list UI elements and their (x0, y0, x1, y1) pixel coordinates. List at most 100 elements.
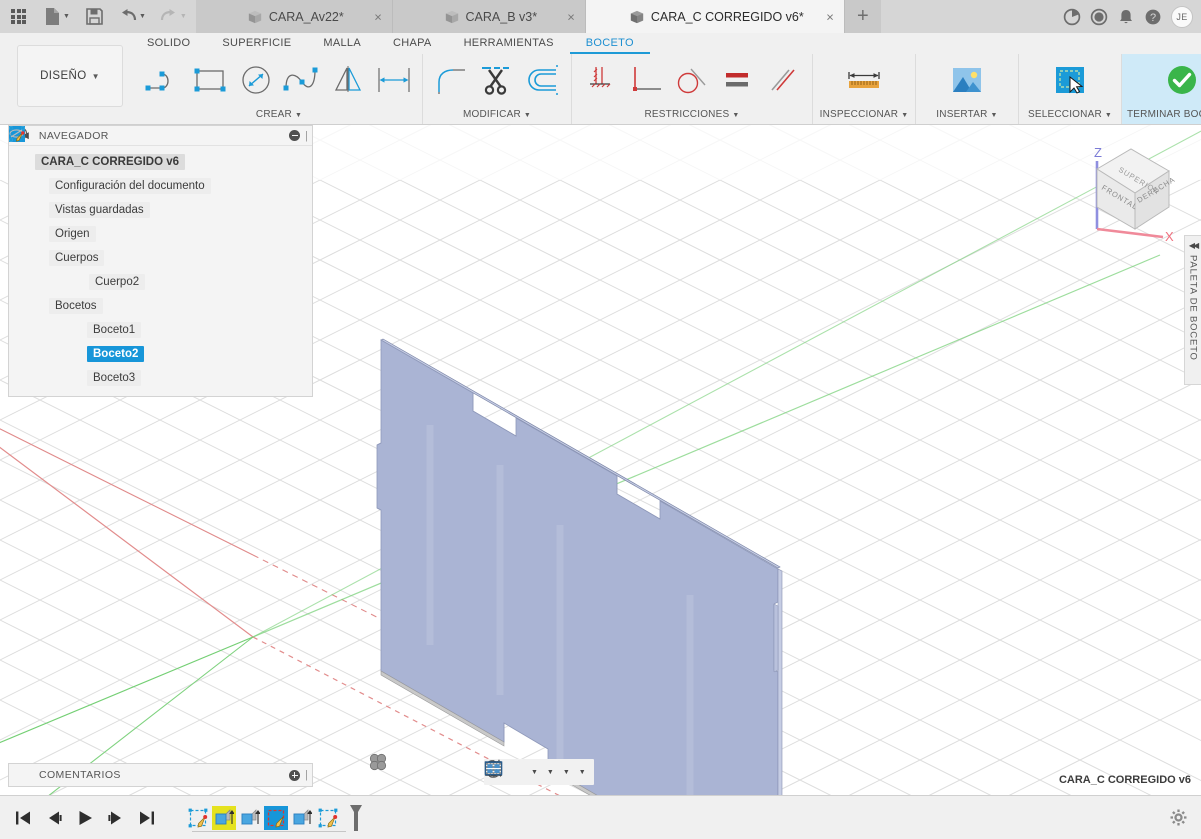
ribbon-tab-chapa[interactable]: CHAPA (377, 33, 448, 54)
skip-end-icon[interactable] (138, 809, 156, 827)
tree-item-boceto3[interactable]: Boceto3 (9, 126, 312, 390)
step-back-icon[interactable] (45, 809, 63, 827)
panel-label-restricciones[interactable]: RESTRICCIONES ▼ (577, 109, 807, 124)
command-tangent[interactable] (669, 57, 715, 103)
timeline-node-5[interactable] (290, 806, 314, 830)
command-fillet[interactable] (428, 57, 474, 103)
save-button[interactable] (83, 4, 106, 30)
tree-item-vistas-guardadas[interactable]: Vistas guardadas (9, 126, 312, 222)
navbar-zoom-window[interactable]: ▼ (485, 760, 541, 784)
timeline-node-1[interactable] (186, 806, 210, 830)
command-dimension[interactable] (371, 57, 417, 103)
command-select[interactable] (1024, 57, 1116, 103)
panel-crear: CREAR ▼ (133, 54, 423, 124)
tree-item-bocetos[interactable]: Bocetos (9, 127, 312, 318)
new-document-tab-button[interactable]: + (844, 0, 881, 33)
file-menu-button[interactable]: ▼ (41, 4, 73, 30)
command-line[interactable] (141, 57, 187, 103)
document-tab-label: CARA_B v3* (465, 9, 538, 24)
navbar-viewports[interactable]: ▼ (484, 760, 589, 784)
timeline-node-2[interactable] (212, 805, 236, 830)
comments-panel[interactable]: COMENTARIOS | (8, 763, 313, 787)
panel-label-crear[interactable]: CREAR ▼ (141, 109, 417, 124)
ribbon-tab-superficie[interactable]: SUPERFICIE (206, 33, 307, 54)
history-icon[interactable] (1090, 8, 1108, 26)
command-horizontal-vertical[interactable] (577, 57, 623, 103)
timeline-node-6[interactable] (316, 806, 340, 830)
panel-grip[interactable]: | (305, 769, 308, 781)
command-spline[interactable] (279, 57, 325, 103)
gear-icon[interactable] (1170, 809, 1187, 826)
ribbon-tab-solido[interactable]: SOLIDO (131, 33, 206, 54)
command-finish-sketch[interactable] (1136, 57, 1201, 103)
collapse-right-icon[interactable]: ◀◀ (1189, 241, 1199, 250)
ribbon-tab-herramientas[interactable]: HERRAMIENTAS (448, 33, 570, 54)
navbar-grid-snaps[interactable]: ▼ (485, 760, 573, 784)
panel-label-seleccionar[interactable]: SELECCIONAR ▼ (1024, 109, 1116, 124)
help-icon[interactable]: ? (1144, 8, 1162, 26)
document-tab-2[interactable]: CARA_B v3* × (392, 0, 586, 33)
close-icon[interactable]: × (567, 10, 575, 23)
close-icon[interactable]: × (826, 10, 834, 23)
panel-terminar-boceto: TERMINAR BOCETO▼ (1122, 54, 1201, 124)
tree-item-cuerpos[interactable]: Cuerpos (9, 127, 312, 270)
spline-icon (283, 67, 318, 91)
job-status-icon[interactable] (1063, 8, 1081, 26)
command-insert-image[interactable] (921, 57, 1013, 103)
tree-item-configuracion-del-documento[interactable]: Configuración del documento (9, 126, 312, 198)
ribbon-tab-malla[interactable]: MALLA (307, 33, 377, 54)
skip-start-icon[interactable] (14, 809, 32, 827)
command-circle[interactable] (233, 57, 279, 103)
timeline-node-4[interactable] (264, 805, 288, 830)
ribbon-tab-boceto[interactable]: BOCETO (569, 33, 650, 54)
timeline-node-3[interactable] (238, 806, 262, 830)
apps-grid-button[interactable] (8, 4, 29, 30)
navbar-pan[interactable] (485, 760, 518, 784)
play-icon[interactable] (76, 809, 94, 827)
tree-item-cuerpo2[interactable]: Cuerpo2 (9, 127, 312, 294)
3d-viewport[interactable]: ◀◀ NAVEGADOR | CARA_C CORREGIDO v6 Confi… (0, 125, 1201, 795)
add-comment-icon[interactable] (289, 769, 301, 781)
navbar-zoom[interactable] (486, 759, 525, 784)
navbar-display-settings[interactable]: ▼ (484, 760, 557, 784)
workspace-switcher-button[interactable]: DISEÑO ▼ (17, 45, 123, 107)
redo-button[interactable]: ▼ (157, 4, 190, 30)
command-rectangle[interactable] (187, 57, 233, 103)
panel-grip[interactable]: | (305, 130, 308, 142)
tree-item-boceto2[interactable]: Boceto2 (9, 126, 312, 366)
avatar[interactable]: JE (1171, 5, 1193, 28)
document-tab-1[interactable]: CARA_Av22* × (195, 0, 393, 33)
timeline-end-marker[interactable] (344, 804, 368, 831)
command-trim[interactable] (474, 57, 520, 103)
command-measure[interactable] (818, 57, 910, 103)
command-perpendicular[interactable] (623, 57, 669, 103)
ribbon-tab-bar: SOLIDO SUPERFICIE MALLA CHAPA HERRAMIENT… (131, 33, 650, 54)
command-parallel[interactable] (761, 57, 807, 103)
panel-label-inspeccionar[interactable]: INSPECCIONAR ▼ (818, 109, 910, 124)
view-cube[interactable]: Z X SUPERIOR FRONTAL DERECHA (1073, 133, 1183, 243)
document-tab-3[interactable]: CARA_C CORREGIDO v6* × (585, 0, 845, 33)
command-offset[interactable] (520, 57, 566, 103)
tree-item-label: Cuerpos (49, 250, 105, 266)
command-mirror[interactable] (325, 57, 371, 103)
chevron-down-icon: ▼ (732, 112, 740, 119)
close-icon[interactable]: × (374, 10, 382, 23)
step-forward-icon[interactable] (107, 809, 125, 827)
tree-item-boceto1[interactable]: Boceto1 (9, 126, 312, 342)
undo-button[interactable]: ▼ (116, 4, 149, 30)
tree-item-origen[interactable]: Origen (9, 126, 312, 246)
sketch-palette-tab[interactable]: ◀◀ PALETA DE BOCETO (1184, 235, 1201, 385)
panel-label-terminar-boceto[interactable]: TERMINAR BOCETO▼ (1127, 109, 1201, 124)
tree-item-root[interactable]: CARA_C CORREGIDO v6 (9, 126, 312, 174)
view-cube-body: SUPERIOR FRONTAL DERECHA (1096, 148, 1177, 230)
minimize-icon[interactable] (289, 130, 301, 141)
sketch-palette-label: PALETA DE BOCETO (1187, 255, 1199, 361)
panel-label-modificar[interactable]: MODIFICAR ▼ (428, 109, 566, 124)
panel-label-insertar[interactable]: INSERTAR ▼ (921, 109, 1013, 124)
quick-access-toolbar: ▼ ▼ ▼ (0, 0, 196, 33)
timeline (186, 803, 368, 833)
bell-icon[interactable] (1117, 8, 1135, 26)
view-navigation-bar: ▼ ▼ ▼ ▼ (484, 759, 594, 785)
command-equal[interactable] (715, 57, 761, 103)
navbar-look-at[interactable] (485, 760, 511, 784)
